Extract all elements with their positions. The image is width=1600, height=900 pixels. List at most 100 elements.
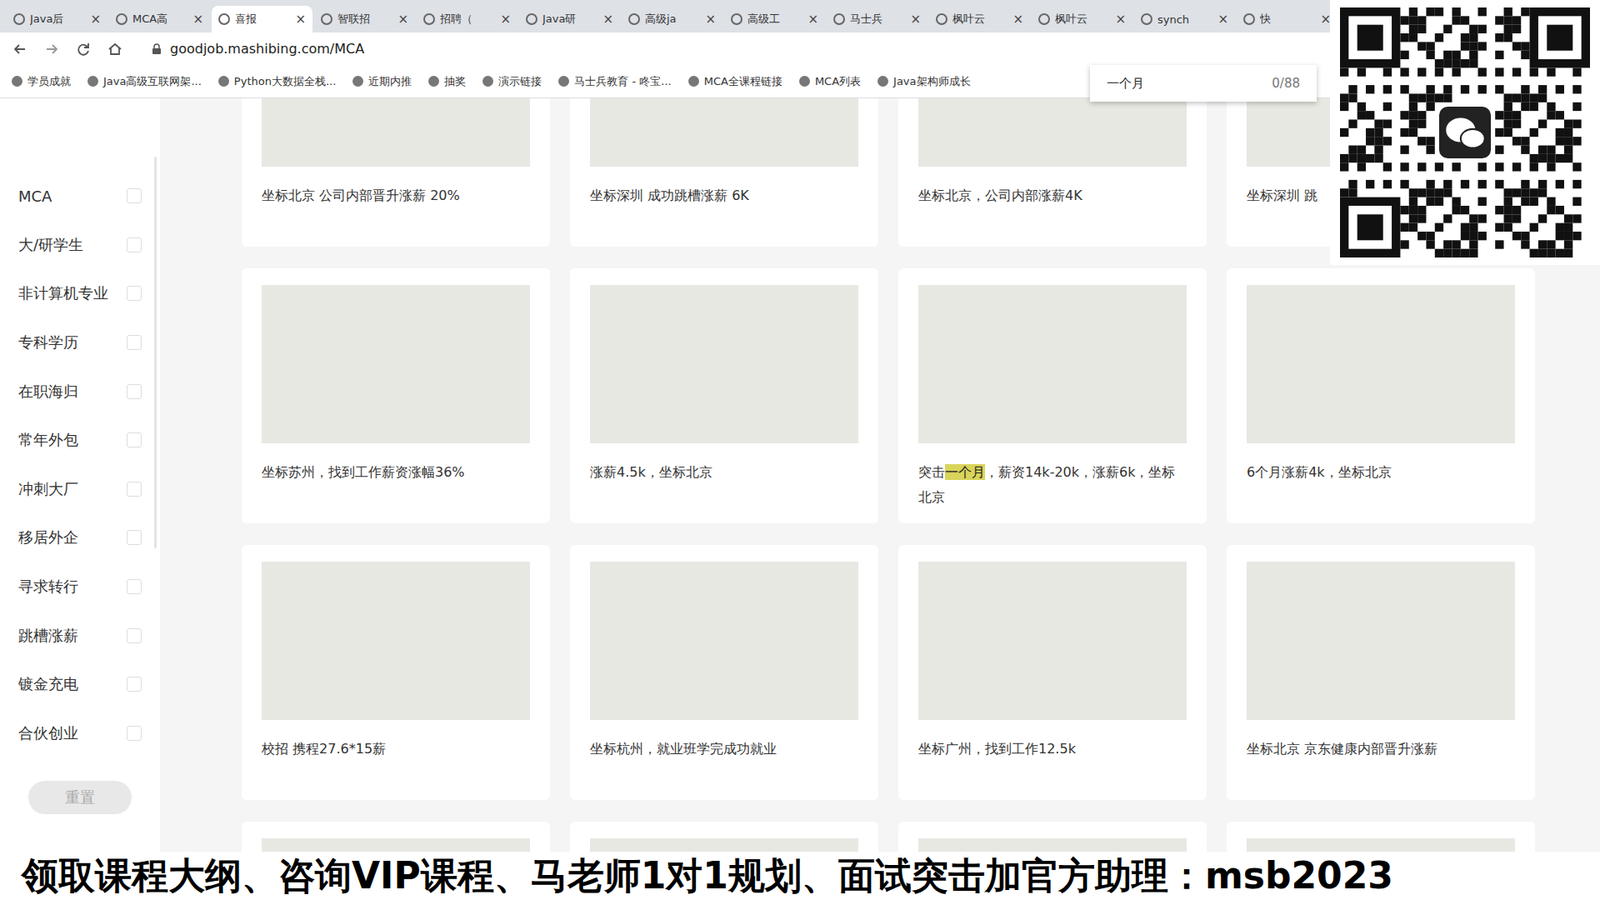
- story-card[interactable]: 涨薪4.5k，坐标北京: [570, 268, 879, 524]
- tab-close-button[interactable]: ×: [500, 11, 511, 27]
- filter-item[interactable]: 非计算机专业: [0, 269, 160, 319]
- checkbox[interactable]: [126, 237, 142, 253]
- bookmark[interactable]: Python大数据全栈...: [218, 74, 336, 90]
- bookmark-icon: [428, 75, 440, 87]
- tab-close-button[interactable]: ×: [910, 11, 921, 27]
- reload-icon[interactable]: [75, 40, 92, 58]
- filter-item[interactable]: 跳槽涨薪: [0, 610, 160, 660]
- promo-banner: 领取课程大纲、咨询VIP课程、马老师1对1规划、面试突击加官方助理：msb202…: [0, 851, 1600, 900]
- story-card[interactable]: 坐标苏州，找到工作薪资涨幅36%: [241, 268, 550, 524]
- forward-icon[interactable]: [43, 40, 60, 58]
- filter-item[interactable]: 合伙创业: [0, 709, 160, 759]
- filter-item[interactable]: 专科学历: [0, 318, 160, 368]
- browser-tab[interactable]: synch ×: [1134, 5, 1235, 33]
- address-bar[interactable]: goodjob.mashibing.com/MCA: [151, 40, 365, 57]
- bookmark-icon: [482, 75, 494, 87]
- bookmark[interactable]: 马士兵教育 - 咚宝...: [558, 74, 671, 90]
- back-icon[interactable]: [11, 40, 29, 58]
- url-text: goodjob.mashibing.com/MCA: [170, 40, 365, 57]
- checkbox[interactable]: [126, 335, 142, 350]
- tab-close-button[interactable]: ×: [807, 11, 819, 27]
- home-icon[interactable]: [106, 40, 124, 58]
- checkbox[interactable]: [126, 676, 142, 692]
- browser-tab[interactable]: 快 ×: [1236, 5, 1338, 33]
- find-input[interactable]: 一个月: [1106, 75, 1145, 92]
- bookmark-icon: [87, 75, 99, 87]
- sidebar-scrollbar[interactable]: [154, 156, 157, 549]
- browser-tab[interactable]: 枫叶云 ×: [929, 5, 1030, 33]
- bookmark-icon: [688, 75, 700, 87]
- browser-tab[interactable]: Java后 ×: [6, 5, 108, 33]
- browser-tab[interactable]: Java研 ×: [519, 5, 620, 33]
- filter-item[interactable]: 在职海归: [0, 366, 160, 416]
- card-title: 突击一个月，薪资14k-20k，涨薪6k，坐标北京: [918, 460, 1187, 510]
- checkbox[interactable]: [126, 285, 142, 301]
- tab-close-button[interactable]: ×: [295, 11, 306, 27]
- card-title: 坐标广州，找到工作12.5k: [918, 736, 1187, 762]
- bookmark[interactable]: 演示链接: [482, 74, 542, 90]
- browser-tab[interactable]: 高级ja ×: [621, 5, 723, 33]
- story-card[interactable]: 坐标北京 公司内部晋升涨薪 20%: [241, 98, 550, 247]
- favicon-icon: [525, 13, 538, 25]
- story-card[interactable]: 坐标北京 京东健康内部晋升涨薪: [1226, 545, 1535, 800]
- filter-item[interactable]: 镀金充电: [0, 660, 160, 710]
- favicon-icon: [423, 13, 435, 25]
- tab-close-button[interactable]: ×: [192, 11, 204, 27]
- filter-item[interactable]: MCA: [0, 171, 160, 221]
- story-card[interactable]: 坐标广州，找到工作12.5k: [898, 545, 1207, 800]
- story-card[interactable]: 突击一个月，薪资14k-20k，涨薪6k，坐标北京: [898, 268, 1207, 524]
- tab-close-button[interactable]: ×: [397, 11, 409, 27]
- bookmark[interactable]: Java高级互联网架...: [87, 74, 202, 90]
- bookmark-icon: [799, 75, 810, 87]
- bookmark[interactable]: 抽奖: [428, 74, 466, 90]
- tab-label: 招聘（: [440, 11, 495, 27]
- tab-close-button[interactable]: ×: [705, 11, 716, 27]
- checkbox[interactable]: [126, 432, 142, 448]
- card-title: 坐标北京，公司内部涨薪4K: [918, 183, 1187, 209]
- bookmark[interactable]: 近期内推: [352, 74, 412, 90]
- filter-item[interactable]: 常年外包: [0, 415, 160, 465]
- browser-tab[interactable]: 枫叶云 ×: [1031, 5, 1133, 33]
- story-card[interactable]: 坐标杭州，就业班学完成功就业: [570, 545, 879, 800]
- chat-screenshot: [590, 561, 859, 720]
- checkbox[interactable]: [126, 188, 142, 204]
- card-title: 坐标苏州，找到工作薪资涨幅36%: [261, 460, 530, 485]
- filter-item[interactable]: 冲刺大厂: [0, 465, 160, 515]
- browser-tab[interactable]: 喜报 ×: [211, 5, 313, 33]
- filter-item[interactable]: 大/研学生: [0, 220, 160, 270]
- filter-item[interactable]: 移居外企: [0, 513, 160, 563]
- checkbox[interactable]: [126, 579, 142, 595]
- filter-item[interactable]: 寻求转行: [0, 562, 160, 612]
- tab-close-button[interactable]: ×: [1012, 11, 1024, 27]
- checkbox[interactable]: [126, 725, 142, 741]
- reset-button[interactable]: 重置: [28, 780, 132, 815]
- story-card[interactable]: 坐标北京，公司内部涨薪4K: [898, 98, 1207, 247]
- checkbox[interactable]: [126, 384, 142, 400]
- card-title: 校招 携程27.6*15薪: [261, 736, 530, 762]
- chat-screenshot: [918, 285, 1187, 444]
- browser-tab[interactable]: 智联招 ×: [314, 5, 415, 33]
- chat-screenshot: [590, 285, 859, 444]
- tab-close-button[interactable]: ×: [90, 11, 101, 27]
- checkbox[interactable]: [126, 530, 142, 545]
- tab-close-button[interactable]: ×: [1115, 11, 1126, 27]
- checkbox[interactable]: [126, 481, 142, 497]
- browser-tab[interactable]: 高级工 ×: [724, 5, 825, 33]
- bookmark[interactable]: 学员成就: [11, 74, 71, 90]
- checkbox[interactable]: [126, 628, 142, 644]
- story-card[interactable]: 6个月涨薪4k，坐标北京: [1226, 268, 1535, 524]
- browser-tab[interactable]: MCA高 ×: [109, 5, 210, 33]
- bookmark[interactable]: MCA全课程链接: [688, 74, 783, 90]
- story-card[interactable]: 坐标深圳 成功跳槽涨薪 6K: [570, 98, 879, 247]
- tab-close-button[interactable]: ×: [1217, 11, 1229, 27]
- bookmark[interactable]: MCA列表: [799, 74, 861, 90]
- browser-tab[interactable]: 马士兵 ×: [826, 5, 928, 33]
- card-title: 坐标杭州，就业班学完成功就业: [590, 736, 859, 762]
- bookmark[interactable]: Java架构师成长: [877, 74, 970, 90]
- favicon-icon: [1140, 13, 1153, 25]
- card-title: 涨薪4.5k，坐标北京: [590, 460, 859, 485]
- tab-close-button[interactable]: ×: [602, 11, 614, 27]
- browser-tab[interactable]: 招聘（ ×: [416, 5, 518, 33]
- chat-screenshot: [918, 98, 1187, 167]
- story-card[interactable]: 校招 携程27.6*15薪: [241, 545, 550, 800]
